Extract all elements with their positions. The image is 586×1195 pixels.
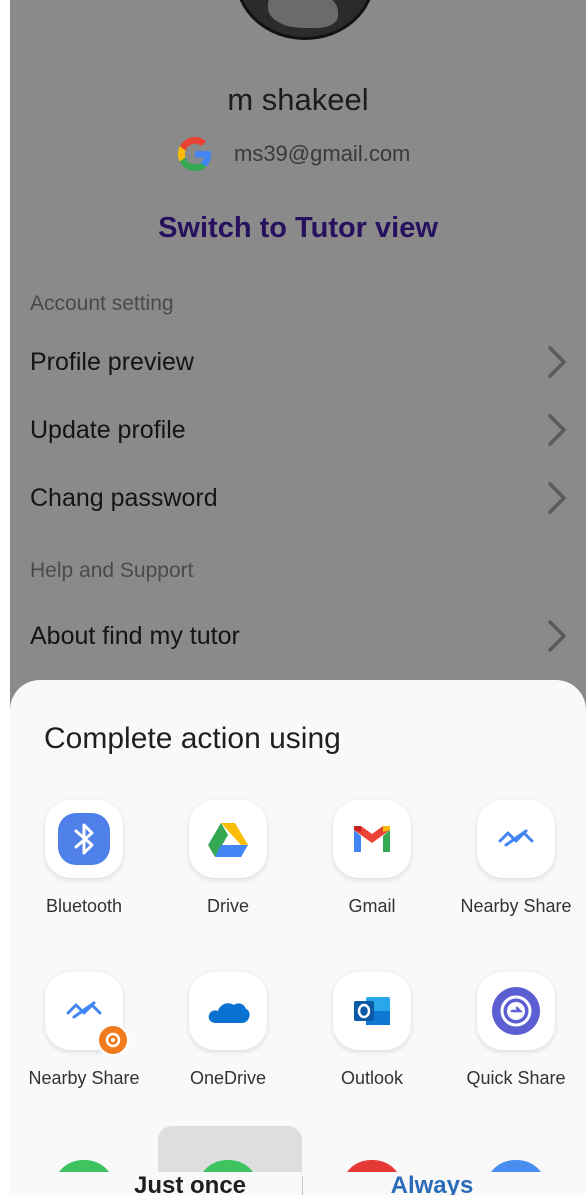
nearby-share-icon — [498, 829, 534, 847]
sheet-title: Complete action using — [44, 722, 341, 755]
app-icon-container — [477, 800, 555, 878]
onedrive-icon — [208, 1003, 250, 1023]
account-email-row: ms39@gmail.com — [178, 137, 411, 171]
app-option-nearby-share[interactable]: Nearby Share — [446, 800, 586, 917]
button-divider — [302, 1176, 303, 1195]
app-option-onedrive[interactable]: OneDrive — [158, 972, 298, 1089]
avatar[interactable] — [235, 0, 375, 40]
app-label: Outlook — [340, 1068, 404, 1088]
chevron-right-icon — [548, 414, 566, 446]
app-label: Drive — [206, 896, 249, 916]
app-option-drive[interactable]: Drive — [158, 800, 298, 917]
menu-item-about[interactable]: About find my tutor — [10, 607, 586, 665]
app-icon-container — [45, 972, 129, 1056]
google-drive-icon — [208, 823, 248, 857]
chevron-right-icon — [548, 346, 566, 378]
gmail-icon — [354, 826, 390, 852]
screen-edge — [0, 0, 10, 1195]
outlook-icon — [354, 997, 390, 1025]
email-text: ms39@gmail.com — [234, 141, 411, 166]
user-name: m shakeel — [227, 82, 369, 117]
app-option-bluetooth[interactable]: Bluetooth — [14, 800, 154, 917]
menu-item-update-profile[interactable]: Update profile — [10, 401, 586, 459]
menu-label: Chang password — [30, 483, 218, 512]
app-option-nearby-share-2[interactable]: Nearby Share — [14, 972, 154, 1089]
app-option-quick-share[interactable]: Quick Share — [446, 972, 586, 1089]
app-label: Quick Share — [466, 1068, 566, 1088]
switch-to-tutor-link[interactable]: Switch to Tutor view — [10, 212, 586, 245]
app-label: Gmail — [348, 896, 396, 916]
app-icon-container — [333, 972, 411, 1050]
menu-label: Update profile — [30, 415, 186, 444]
quick-share-icon — [492, 987, 540, 1035]
app-icon-container — [333, 800, 411, 878]
app-label: Nearby Share — [28, 1068, 140, 1088]
app-label: OneDrive — [189, 1068, 267, 1088]
app-icon-container — [45, 800, 123, 878]
app-label: Nearby Share — [460, 896, 572, 916]
nearby-share-icon — [66, 1001, 102, 1019]
share-bottom-sheet: Complete action using Bluetooth Drive Gm… — [10, 680, 586, 1195]
just-once-button[interactable]: Just once — [80, 1164, 300, 1195]
chevron-right-icon — [548, 620, 566, 652]
menu-label: About find my tutor — [30, 621, 240, 650]
app-option-outlook[interactable]: Outlook — [302, 972, 442, 1089]
app-icon-container — [189, 972, 267, 1050]
always-button[interactable]: Always — [322, 1164, 542, 1195]
menu-item-profile-preview[interactable]: Profile preview — [10, 333, 586, 391]
app-option-gmail[interactable]: Gmail — [302, 800, 442, 917]
chevron-right-icon — [548, 482, 566, 514]
app-icon-container — [189, 800, 267, 878]
account-setting-header: Account setting — [30, 292, 174, 315]
app-icon-container — [477, 972, 555, 1050]
google-icon — [178, 137, 211, 171]
sheet-button-bar: Just once Always — [10, 1172, 586, 1195]
menu-label: Profile preview — [30, 347, 194, 376]
menu-item-change-password[interactable]: Chang password — [10, 469, 586, 527]
app-root: m shakeel ms39@gmail.com Switch to Tutor… — [0, 0, 586, 1195]
help-support-header: Help and Support — [30, 559, 194, 582]
work-profile-badge-icon — [97, 1024, 129, 1056]
app-label: Bluetooth — [45, 896, 123, 916]
bluetooth-icon — [58, 813, 110, 865]
